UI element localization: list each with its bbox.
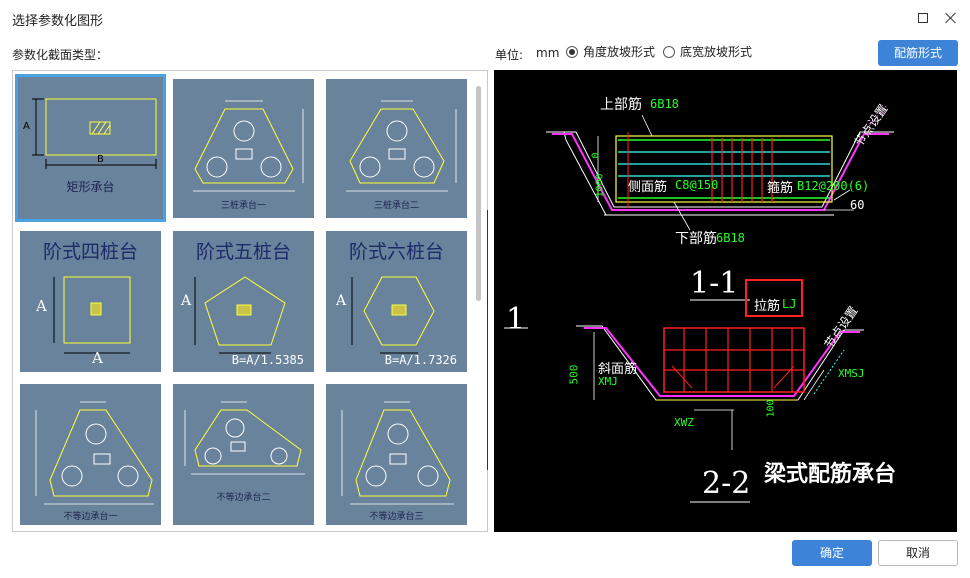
window-title: 选择参数化图形 [12,14,104,29]
close-icon[interactable] [942,9,960,27]
section-type-label: 参数化截面类型： [12,48,109,62]
side-a-label: A [36,297,47,315]
unequal-cap-3-diagram [341,401,454,505]
tile-label: 三桩承台二 [373,201,419,211]
dim-500-label: 500 [567,364,581,385]
radio-unchecked-icon [663,45,675,58]
radio-angle-slope[interactable]: 角度放坡形式 [566,43,655,60]
stirrup-spec: B12@200(6) [797,179,870,193]
side-a-bottom-label: A [92,349,103,367]
gallery-scrollbar[interactable] [474,84,482,532]
xmsj-label: XMSJ [838,367,865,380]
radio-checked-icon [566,45,578,58]
top-bar-spec: 6B18 [650,97,679,111]
divider [487,210,491,470]
cancel-button[interactable]: 取消 [878,540,958,566]
tile-unequal-cap-2[interactable]: 不等边承台二 [173,384,314,525]
tile-label: 矩形承台 [66,180,115,194]
section-marker: 1 [506,302,526,337]
dim-0-label: 0 [590,152,602,159]
side-a-label: A [23,121,30,132]
tile-label: 不等边承台一 [63,512,118,522]
tile-stepped-five-pile[interactable]: 阶式五桩台 A B=A/1.5385 [173,231,314,372]
slope-bar-spec: XMJ [598,375,618,388]
rebar-preview-canvas: 上部筋 6B18 侧面筋 C8@150 箍筋 B12@200(6) 下部筋 6B… [494,70,957,532]
tile-stepped-six-pile[interactable]: 阶式六桩台 A B=A/1.7326 [326,231,467,372]
side-a-label: A [336,293,347,309]
scrollbar-thumb[interactable] [476,86,481,301]
ratio-note: B=A/1.7326 [384,353,457,367]
bottom-bar-spec: 6B18 [716,231,745,245]
unequal-cap-1-diagram [35,401,154,505]
section-type-gallery: A B 矩形承台 三桩承台一 三桩承台二 阶式四桩台 A A 阶式五桩台 A B… [12,70,488,532]
dim-100-label: 100 [765,399,777,418]
unequal-cap-2-diagram [184,401,305,475]
side-b-label: B [97,154,104,165]
radio-width-slope[interactable]: 底宽放坡形式 [663,43,752,60]
tile-unequal-cap-1[interactable]: 不等边承台一 [20,384,161,525]
dim-1000-label: 1000 [594,173,606,198]
tile-title: 阶式五桩台 [195,241,291,263]
section-1-1-label: 1-1 [690,266,739,301]
ok-button[interactable]: 确定 [792,540,872,566]
tile-label: 不等边承台三 [369,512,424,522]
bottom-bar-label: 下部筋 [675,231,717,247]
radio-angle-slope-label: 角度放坡形式 [583,45,656,59]
tile-unequal-cap-3[interactable]: 不等边承台三 [326,384,467,525]
side-bar-label: 侧面筋 [628,180,668,195]
tile-three-pile-cap-2[interactable]: 三桩承台二 [326,79,467,218]
side-bar-spec: C8@150 [675,178,719,192]
rectangular-cap-diagram [32,98,157,169]
tile-title: 阶式六桩台 [348,241,444,263]
tile-title: 阶式四桩台 [42,241,138,263]
tile-three-pile-cap-1[interactable]: 三桩承台一 [173,79,314,218]
tile-rectangular-cap[interactable]: A B 矩形承台 [15,74,166,222]
angle-label: 60 [850,198,865,212]
top-bar-label: 上部筋 [600,97,642,113]
section-2-2-label: 2-2 [702,466,751,501]
tie-bar-spec: LJ [782,297,797,311]
ratio-note: B=A/1.5385 [231,353,304,367]
stirrup-label: 箍筋 [767,181,794,196]
rebar-form-button[interactable]: 配筋形式 [878,40,958,66]
tile-label: 不等边承台二 [216,493,271,503]
title-bar: 选择参数化图形 [0,0,970,36]
preview-caption: 梁式配筋承台 [764,462,897,487]
tile-stepped-four-pile[interactable]: 阶式四桩台 A A [20,231,161,372]
units-value: mm [536,46,560,60]
tile-label: 三桩承台一 [220,201,266,211]
side-a-label: A [181,293,192,309]
radio-width-slope-label: 底宽放坡形式 [680,45,753,59]
maximize-icon[interactable] [914,9,932,27]
units-label: 单位: [495,48,524,62]
xwz-label: XWZ [674,416,694,429]
tie-bar-label: 拉筋 [754,299,781,314]
